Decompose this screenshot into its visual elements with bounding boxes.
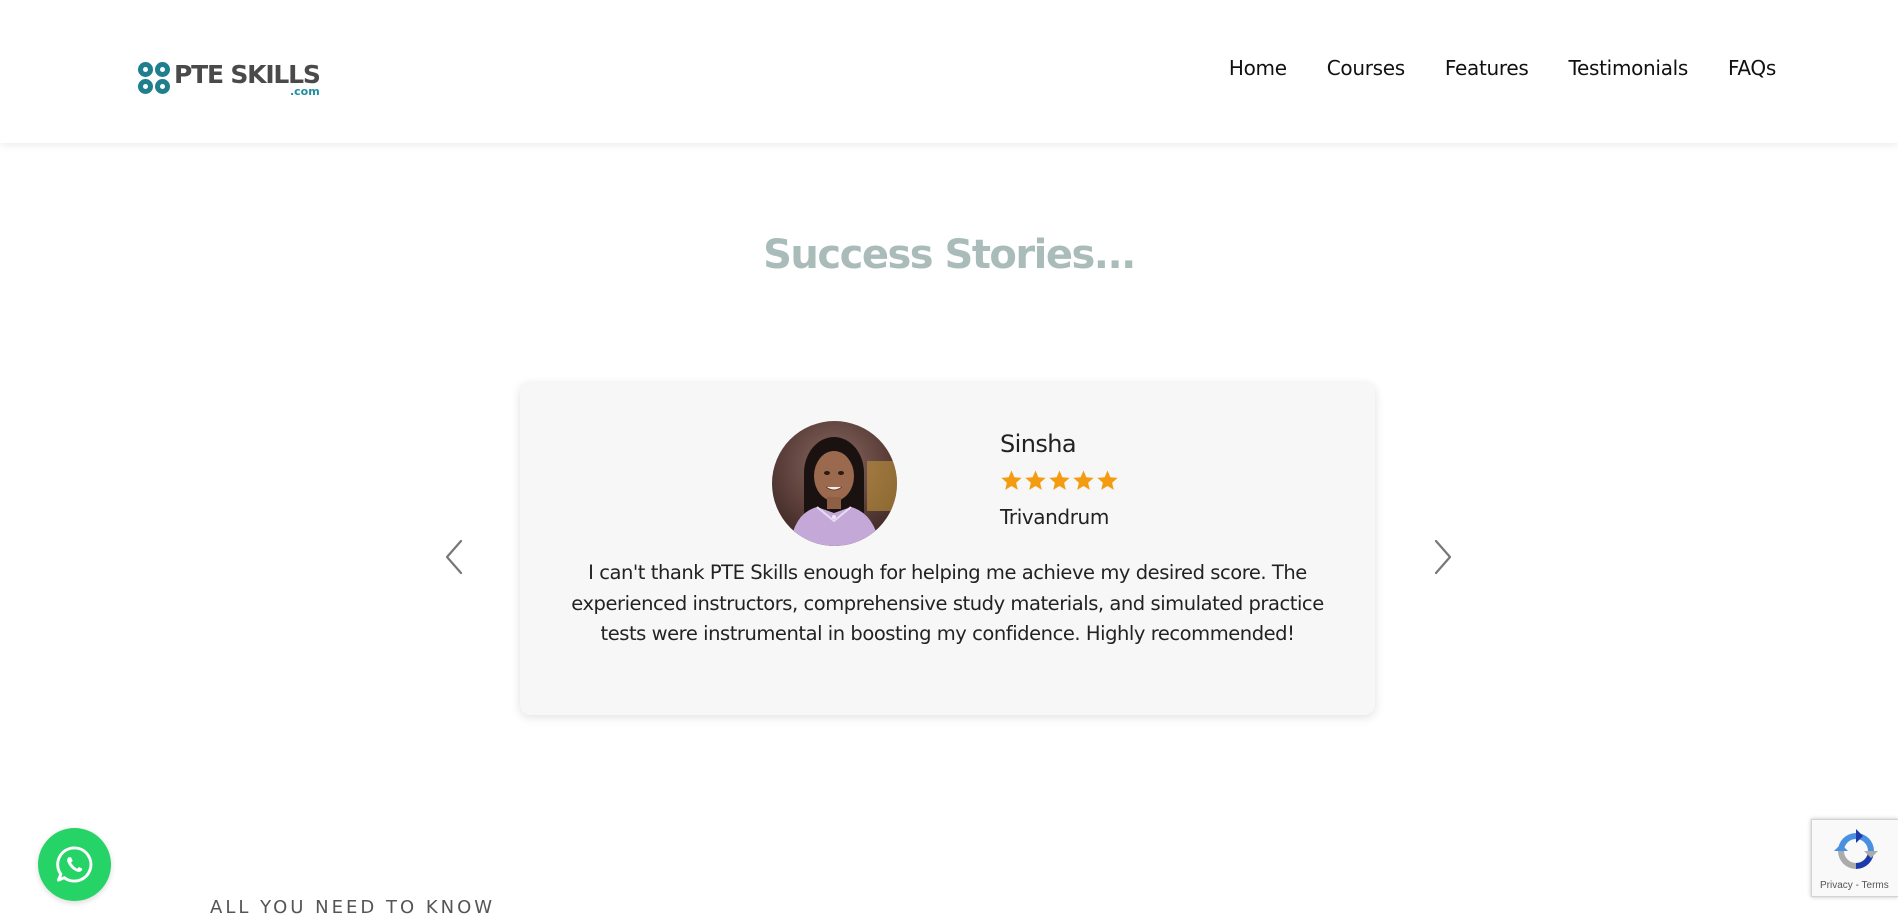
star-rating xyxy=(1000,469,1119,492)
recaptcha-separator: - xyxy=(1852,880,1862,891)
section-title: Success Stories... xyxy=(763,232,1136,278)
nav-home[interactable]: Home xyxy=(1229,56,1287,80)
star-icon xyxy=(1001,470,1022,490)
logo-wordmark: PTE SKILLS .com xyxy=(174,62,321,97)
recaptcha-icon xyxy=(1834,829,1878,869)
main-nav: Home Courses Features Testimonials FAQs xyxy=(1189,56,1776,80)
nav-features[interactable]: Features xyxy=(1445,56,1529,80)
next-section-heading: ALL YOU NEED TO KNOW xyxy=(210,897,496,918)
review-text: I can't thank PTE Skills enough for help… xyxy=(571,561,1324,645)
nav-courses[interactable]: Courses xyxy=(1327,56,1405,80)
logo-mark-icon xyxy=(138,61,171,95)
star-icon xyxy=(1025,470,1046,490)
whatsapp-icon xyxy=(56,846,93,883)
site-logo[interactable]: PTE SKILLS .com xyxy=(138,60,321,97)
carousel-next-button[interactable] xyxy=(1428,537,1456,577)
star-icon xyxy=(1073,470,1094,490)
star-icon xyxy=(1049,470,1070,490)
recaptcha-privacy-link[interactable]: Privacy xyxy=(1820,880,1853,891)
avatar xyxy=(772,421,897,546)
recaptcha-terms-link[interactable]: Terms xyxy=(1862,880,1889,891)
carousel-prev-button[interactable] xyxy=(441,537,469,577)
reviewer-name: Sinsha xyxy=(1000,430,1077,458)
reviewer-city: Trivandrum xyxy=(1000,505,1109,529)
nav-testimonials[interactable]: Testimonials xyxy=(1569,56,1689,80)
chevron-right-icon xyxy=(1434,539,1452,575)
nav-faqs[interactable]: FAQs xyxy=(1728,56,1776,80)
recaptcha-badge[interactable]: Privacy - Terms xyxy=(1811,819,1898,897)
recaptcha-links: Privacy - Terms xyxy=(1820,880,1889,891)
whatsapp-button[interactable] xyxy=(38,828,111,901)
chevron-left-icon xyxy=(445,539,463,575)
star-icon xyxy=(1097,470,1118,490)
site-header: PTE SKILLS .com Home Courses Features Te… xyxy=(0,0,1898,143)
logo-suffix: .com xyxy=(289,84,320,98)
testimonial-card: Sinsha Trivandrum I can't thank PTE Skil… xyxy=(520,383,1375,715)
